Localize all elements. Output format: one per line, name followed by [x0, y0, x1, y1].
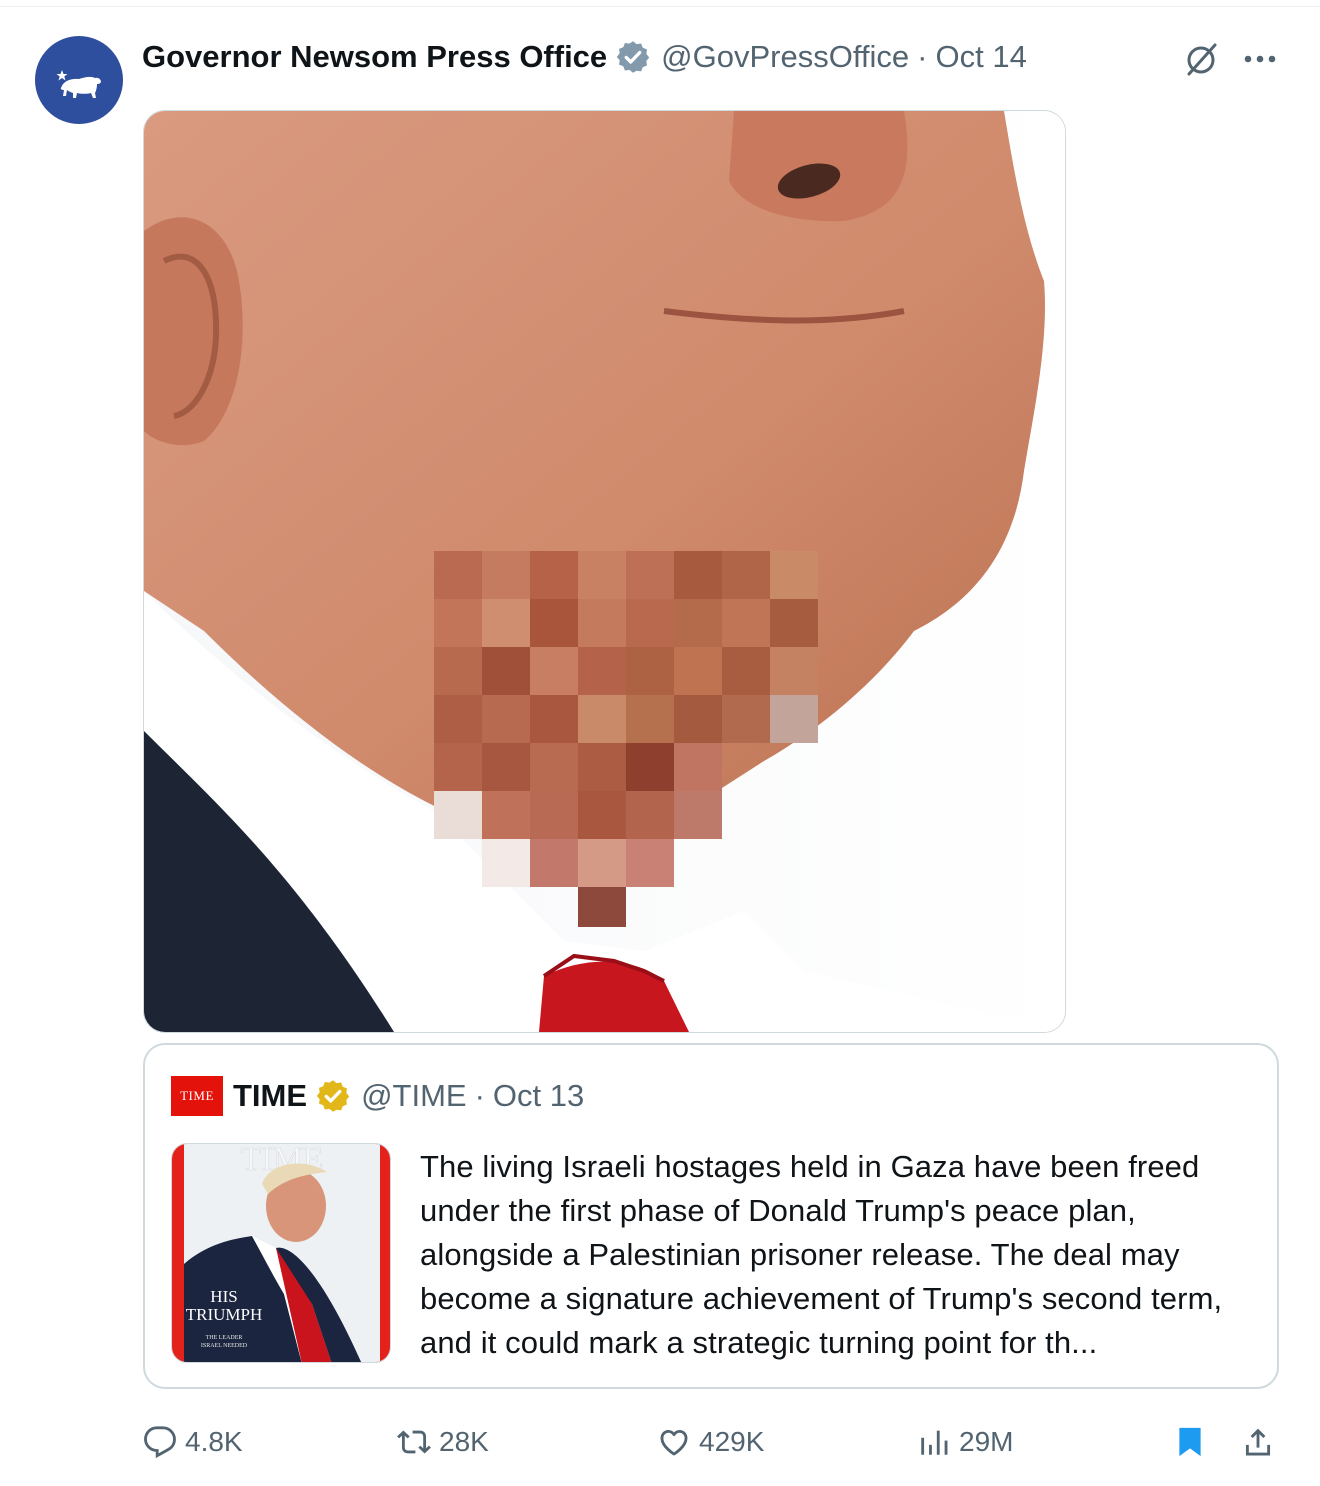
time-logo-avatar[interactable]: TIME — [171, 1076, 223, 1116]
author-name[interactable]: Governor Newsom Press Office — [142, 39, 607, 75]
views-button[interactable]: 29M — [917, 1420, 1013, 1464]
reply-count: 4.8K — [185, 1426, 243, 1457]
quoted-tweet-card[interactable]: TIME TIME @TIME · Oct 13 TIME HIS TRIUMP… — [143, 1043, 1279, 1389]
cover-small-text-1: THE LEADER — [206, 1335, 243, 1341]
quoted-tweet-date[interactable]: Oct 13 — [493, 1078, 584, 1114]
california-bear-logo-icon — [56, 70, 101, 98]
top-divider — [0, 6, 1320, 7]
quoted-tweet-thumbnail[interactable]: TIME HIS TRIUMPH THE LEADER ISRAEL NEEDE… — [171, 1143, 391, 1363]
tweet-header: Governor Newsom Press Office @GovPressOf… — [142, 36, 1027, 78]
grok-icon[interactable] — [1182, 40, 1220, 78]
bookmark-button[interactable] — [1173, 1420, 1207, 1464]
share-icon — [1245, 1428, 1271, 1456]
cover-headline-2: TRIUMPH — [186, 1305, 263, 1324]
quoted-author-handle[interactable]: @TIME — [361, 1078, 467, 1114]
more-icon[interactable] — [1240, 40, 1280, 78]
cover-headline-1: HIS — [210, 1287, 237, 1306]
time-cover-icon: TIME HIS TRIUMPH THE LEADER ISRAEL NEEDE… — [172, 1144, 390, 1362]
quoted-separator-dot: · — [474, 1078, 485, 1113]
share-button[interactable] — [1241, 1420, 1275, 1464]
cover-small-text-2: ISRAEL NEEDED — [201, 1343, 248, 1349]
reply-icon — [144, 1426, 176, 1459]
separator-dot: · — [917, 39, 928, 74]
views-count: 29M — [959, 1426, 1014, 1457]
like-count: 429K — [699, 1426, 765, 1457]
photo-pixelated-chin-icon — [144, 111, 1065, 1032]
quoted-tweet-text: The living Israeli hostages held in Gaza… — [420, 1149, 1223, 1360]
verified-badge-icon[interactable] — [615, 39, 651, 75]
author-handle[interactable]: @GovPressOffice — [661, 39, 909, 75]
analytics-icon — [921, 1430, 948, 1455]
quoted-tweet-header: TIME TIME @TIME · Oct 13 — [171, 1073, 584, 1119]
heart-icon — [660, 1429, 688, 1456]
avatar[interactable] — [35, 36, 123, 124]
tweet-date[interactable]: Oct 14 — [935, 39, 1026, 75]
tweet-image[interactable] — [143, 110, 1066, 1033]
repost-count: 28K — [439, 1426, 489, 1457]
bookmark-filled-icon — [1179, 1427, 1201, 1457]
quoted-author-name[interactable]: TIME — [233, 1078, 307, 1114]
repost-icon — [397, 1430, 431, 1454]
header-actions — [1182, 40, 1280, 78]
gold-verified-badge-icon[interactable] — [315, 1078, 351, 1114]
reply-button[interactable]: 4.8K — [143, 1420, 243, 1464]
repost-button[interactable]: 28K — [397, 1420, 489, 1464]
tweet-action-bar: 4.8K 28K 429K 29M — [143, 1420, 1283, 1464]
like-button[interactable]: 429K — [657, 1420, 764, 1464]
